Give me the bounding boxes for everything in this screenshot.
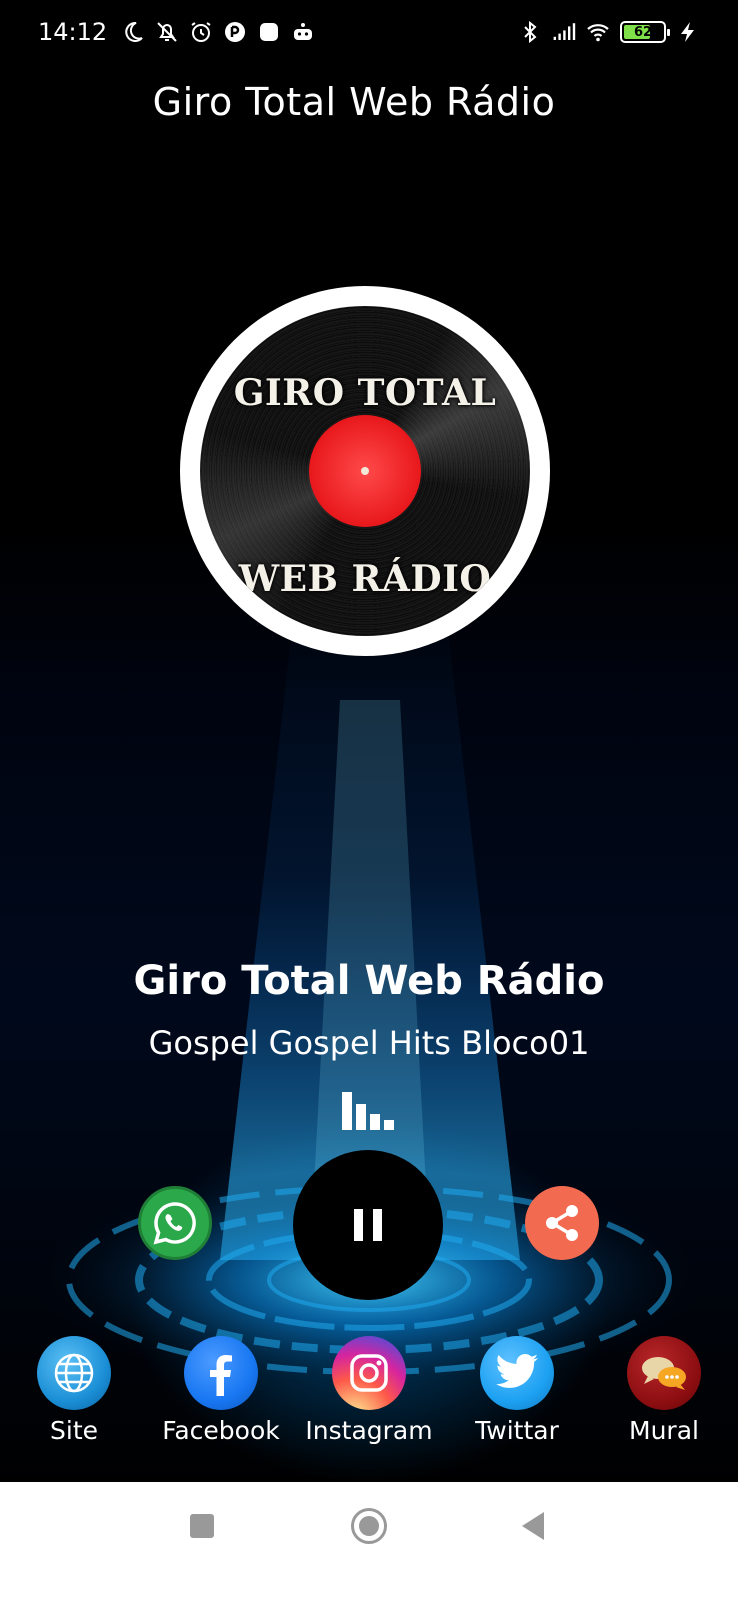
social-label-mural: Mural bbox=[629, 1416, 699, 1445]
back-button[interactable] bbox=[522, 1512, 544, 1540]
social-link-facebook[interactable]: Facebook bbox=[151, 1336, 291, 1445]
status-bar-left: 14:12 bbox=[38, 18, 315, 46]
app-title: Giro Total Web Rádio bbox=[152, 80, 556, 124]
whatsapp-button[interactable] bbox=[138, 1186, 212, 1260]
whatsapp-icon bbox=[153, 1202, 196, 1245]
social-links: Site Facebook Instagram Twittar Mural bbox=[0, 1336, 738, 1456]
social-label-site: Site bbox=[50, 1416, 98, 1445]
facebook-icon bbox=[184, 1336, 258, 1410]
share-button[interactable] bbox=[525, 1186, 599, 1260]
status-bar-right: 62 bbox=[518, 20, 700, 44]
bell-off-icon bbox=[157, 22, 177, 42]
pause-icon bbox=[354, 1209, 382, 1241]
chat-icon bbox=[627, 1336, 701, 1410]
now-playing-track: Gospel Gospel Hits Bloco01 bbox=[148, 1024, 590, 1062]
twitter-icon bbox=[480, 1336, 554, 1410]
wifi-icon bbox=[587, 24, 609, 42]
battery-level: 62 bbox=[633, 24, 653, 40]
social-link-site[interactable]: Site bbox=[4, 1336, 144, 1445]
globe-icon bbox=[37, 1336, 111, 1410]
equalizer-icon bbox=[342, 1092, 394, 1130]
now-playing-station: Giro Total Web Rádio bbox=[133, 958, 605, 1004]
battery-icon: 62 bbox=[620, 21, 670, 43]
bluetooth-icon bbox=[524, 20, 537, 44]
moon-icon bbox=[125, 21, 143, 42]
play-pause-button[interactable] bbox=[293, 1150, 443, 1300]
alarm-icon bbox=[191, 22, 211, 42]
charging-icon bbox=[681, 22, 694, 42]
vinyl-record-image: GIRO TOTAL WEB RÁDIO bbox=[200, 306, 530, 636]
social-link-instagram[interactable]: Instagram bbox=[299, 1336, 439, 1445]
social-link-twitter[interactable]: Twittar bbox=[447, 1336, 587, 1445]
social-label-twitter: Twittar bbox=[475, 1416, 559, 1445]
logo-top-text: GIRO TOTAL bbox=[233, 372, 497, 414]
signal-icon bbox=[553, 23, 576, 40]
instagram-icon bbox=[332, 1336, 406, 1410]
home-button[interactable] bbox=[351, 1508, 387, 1544]
social-link-mural[interactable]: Mural bbox=[594, 1336, 734, 1445]
system-navigation-bar bbox=[0, 1482, 738, 1600]
social-label-instagram: Instagram bbox=[305, 1416, 433, 1445]
social-label-facebook: Facebook bbox=[162, 1416, 280, 1445]
status-time: 14:12 bbox=[38, 18, 108, 46]
robot-icon bbox=[294, 23, 313, 40]
status-bar: 14:12 62 bbox=[0, 0, 738, 64]
app-square-icon bbox=[260, 23, 279, 41]
app-screen: 14:12 62 Giro Total Web Rádio GIRO TOTAL… bbox=[0, 0, 738, 1600]
logo-bottom-text: WEB RÁDIO bbox=[238, 558, 492, 600]
app-icon bbox=[225, 22, 246, 42]
share-icon bbox=[546, 1205, 578, 1241]
recent-apps-button[interactable] bbox=[190, 1514, 214, 1538]
station-logo: GIRO TOTAL WEB RÁDIO bbox=[180, 286, 550, 656]
